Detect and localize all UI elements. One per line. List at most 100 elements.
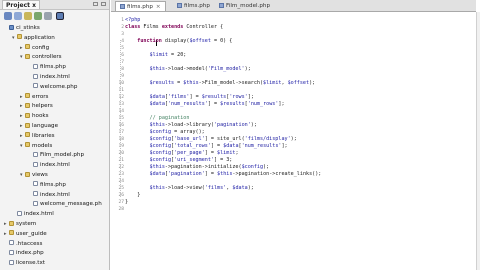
tree-file[interactable]: welcome.php: [28, 83, 77, 91]
tree-file[interactable]: index.html: [28, 191, 70, 199]
code-line[interactable]: $config['per_page'] = $limit;: [125, 150, 239, 157]
project-tab[interactable]: Project x: [2, 0, 40, 9]
code-line[interactable]: $limit = 20;: [125, 52, 187, 59]
line-number: 28: [118, 207, 124, 212]
tree-file[interactable]: films.php: [28, 181, 66, 189]
code-line[interactable]: }: [125, 192, 140, 199]
forward-icon[interactable]: [14, 12, 22, 20]
code-token: ] = 3;: [213, 157, 233, 163]
code-token: $this: [183, 80, 199, 86]
tree-folder[interactable]: ▾ models: [20, 142, 52, 150]
code-line[interactable]: $results = $this->Film_model->search($li…: [125, 80, 316, 87]
code-token: );: [244, 66, 251, 72]
code-line[interactable]: $config['total_rows'] = $data['num_resul…: [125, 143, 288, 150]
tree-folder[interactable]: ▸ libraries: [20, 132, 55, 140]
tree-folder[interactable]: ▾ views: [20, 171, 48, 179]
code-line[interactable]: $this->load->model('Film_model');: [125, 66, 251, 73]
link-icon[interactable]: [56, 12, 64, 20]
tree-file[interactable]: welcome_message.ph: [28, 200, 102, 208]
code-token: Films: [140, 24, 162, 30]
close-tab-icon[interactable]: ×: [156, 4, 161, 10]
indent-guide: [120, 40, 121, 197]
tree-item-label: errors: [32, 93, 49, 100]
tree-item-label: libraries: [32, 132, 55, 139]
maximize-icon[interactable]: [101, 2, 106, 6]
code-token: 'base_url': [174, 136, 205, 142]
tree-folder[interactable]: ▾ controllers: [20, 53, 62, 61]
code-line[interactable]: }: [125, 199, 128, 206]
tree-file[interactable]: .htaccess: [4, 240, 42, 248]
collapse-icon[interactable]: [44, 12, 52, 20]
code-line[interactable]: $config['base_url'] = site_url('films/di…: [125, 136, 297, 143]
tree-project[interactable]: ci_stinks: [4, 24, 40, 32]
tree-folder[interactable]: ▾ application: [12, 34, 55, 42]
tree-file[interactable]: films.php: [28, 63, 66, 71]
line-number-gutter: 1 2 3 4 5 6 7 8 9 10 11 12 13 14 15 16 17 18 19 20 21 22 23 24 2…: [111, 12, 125, 270]
code-token: = 0) {: [210, 38, 233, 44]
tree-file[interactable]: index.php: [4, 249, 44, 257]
code-token: $config: [149, 157, 172, 163]
back-icon[interactable]: [4, 12, 12, 20]
tree-folder[interactable]: ▸ language: [20, 122, 58, 130]
tree-folder[interactable]: ▸ system: [4, 220, 36, 228]
tree-folder[interactable]: ▸ errors: [20, 93, 48, 101]
code-token: class: [125, 24, 141, 30]
code-token: ];: [281, 143, 288, 149]
tree-folder[interactable]: ▸ config: [20, 44, 49, 52]
tree-item-label: application: [24, 34, 55, 41]
code-line[interactable]: <?php: [125, 17, 140, 24]
editor-tab-label: Film_model.php: [226, 3, 271, 9]
minimize-icon[interactable]: [93, 2, 98, 6]
code-line[interactable]: $this->load->view('films', $data);: [125, 185, 254, 192]
editor-tab[interactable]: films.php: [173, 1, 214, 11]
code-line[interactable]: $this->pagination->initialize($config);: [125, 164, 270, 171]
code-token: ;: [235, 150, 239, 156]
code-line[interactable]: $data['films'] = $results['rows'];: [125, 94, 254, 101]
home-icon[interactable]: [24, 12, 32, 20]
tree-item-label: films.php: [40, 64, 66, 71]
tree-item-label: Film_model.php: [40, 152, 85, 159]
line-number: 19: [118, 144, 124, 149]
code-token: $data: [149, 94, 165, 100]
tree-item-label: helpers: [32, 103, 53, 110]
tree-file[interactable]: index.html: [28, 161, 70, 169]
code-token: $results: [201, 94, 227, 100]
code-line[interactable]: $data['num_results'] = $results['num_row…: [125, 101, 285, 108]
code-token: $this: [217, 171, 233, 177]
tree-file[interactable]: index.html: [28, 73, 70, 81]
editor-tab[interactable]: films.php ×: [115, 1, 166, 11]
code-line[interactable]: $this->load->library('pagination');: [125, 122, 257, 129]
php-file-icon: [120, 3, 125, 9]
code-line[interactable]: function display($offset = 0) {: [125, 38, 232, 45]
editor-tab[interactable]: Film_model.php: [215, 1, 274, 11]
code-token: ->pagination->create_links();: [232, 171, 322, 177]
code-token: $limit: [263, 80, 282, 86]
tree-item-label: hooks: [32, 113, 49, 120]
folder-icon: [25, 44, 30, 50]
tree-file[interactable]: license.txt: [4, 259, 45, 267]
tree-folder[interactable]: ▸ helpers: [20, 102, 53, 110]
refresh-icon[interactable]: [34, 12, 42, 20]
tree-folder[interactable]: ▸ user_guide: [4, 230, 47, 238]
code-token: ->pagination->initialize(: [164, 164, 242, 170]
line-number: 27: [118, 200, 124, 205]
code-line[interactable]: // pagination: [125, 115, 190, 122]
code-line[interactable]: $config = array();: [125, 129, 205, 136]
code-line[interactable]: class Films extends Controller {: [125, 24, 223, 31]
code-line[interactable]: $config['uri_segment'] = 3;: [125, 157, 233, 164]
close-icon[interactable]: x: [32, 2, 36, 9]
tree-file[interactable]: index.html: [12, 210, 54, 218]
file-icon: [33, 181, 38, 187]
tree-item-label: welcome_message.ph: [40, 201, 102, 208]
tree-file[interactable]: Film_model.php: [28, 151, 84, 159]
code-line[interactable]: $data['pagination'] = $this->pagination-…: [125, 171, 322, 178]
folder-icon: [25, 171, 30, 177]
folder-icon: [25, 112, 30, 118]
tree-item-label: license.txt: [16, 260, 46, 267]
tree-folder[interactable]: ▸ hooks: [20, 112, 49, 120]
